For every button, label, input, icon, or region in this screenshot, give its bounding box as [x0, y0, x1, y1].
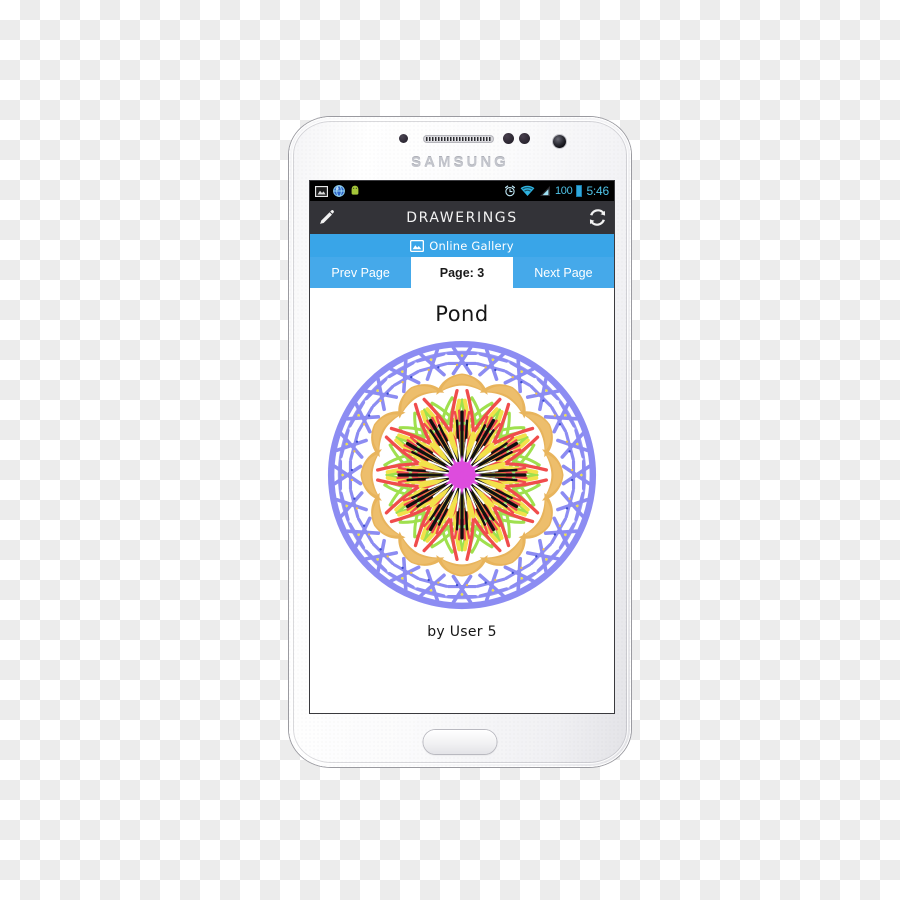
browser-globe-icon — [333, 185, 345, 197]
pagination-bar: Prev Page Page: 3 Next Page — [310, 257, 614, 288]
online-gallery-bar[interactable]: Online Gallery — [310, 234, 614, 257]
refresh-sync-icon[interactable] — [589, 209, 606, 226]
image-icon — [315, 185, 328, 197]
online-gallery-label: Online Gallery — [429, 238, 514, 253]
status-bar-right-icons: 100 5:46 — [504, 184, 609, 198]
prev-page-button[interactable]: Prev Page — [310, 257, 412, 288]
battery-percent-label: 100 — [554, 185, 573, 197]
gesture-sensor-icon — [519, 133, 530, 144]
home-button[interactable] — [423, 730, 497, 754]
app-action-bar: DRAWERINGS — [310, 201, 614, 234]
next-page-button[interactable]: Next Page — [512, 257, 614, 288]
drawing-author: by User 5 — [427, 624, 497, 640]
device-brand-label: SAMSUNG — [411, 154, 509, 171]
pencil-edit-icon[interactable] — [318, 209, 335, 226]
mandala-drawing[interactable] — [319, 332, 605, 618]
android-icon — [351, 185, 359, 195]
wifi-icon — [520, 185, 535, 196]
proximity-sensor-icon — [399, 134, 408, 143]
cellular-signal-icon — [539, 186, 550, 196]
phone-device: SAMSUNG 100 5:46 DRAWERINGS Online Galle… — [289, 117, 631, 767]
status-bar-left-icons — [315, 185, 360, 197]
status-bar: 100 5:46 — [310, 181, 614, 201]
image-gallery-icon — [410, 239, 425, 252]
alarm-clock-icon — [504, 185, 515, 197]
drawing-title: Pond — [435, 302, 489, 326]
phone-screen: 100 5:46 DRAWERINGS Online Gallery Prev … — [310, 181, 614, 713]
page-indicator: Page: 3 — [411, 257, 513, 288]
gallery-content-area: Pond by User 5 — [310, 288, 614, 713]
light-sensor-icon — [503, 133, 514, 144]
front-camera-icon — [553, 135, 566, 148]
page-title: DRAWERINGS — [406, 209, 518, 226]
status-bar-clock: 5:46 — [586, 184, 609, 198]
battery-full-icon — [576, 185, 583, 197]
earpiece-speaker-grille — [423, 135, 494, 143]
